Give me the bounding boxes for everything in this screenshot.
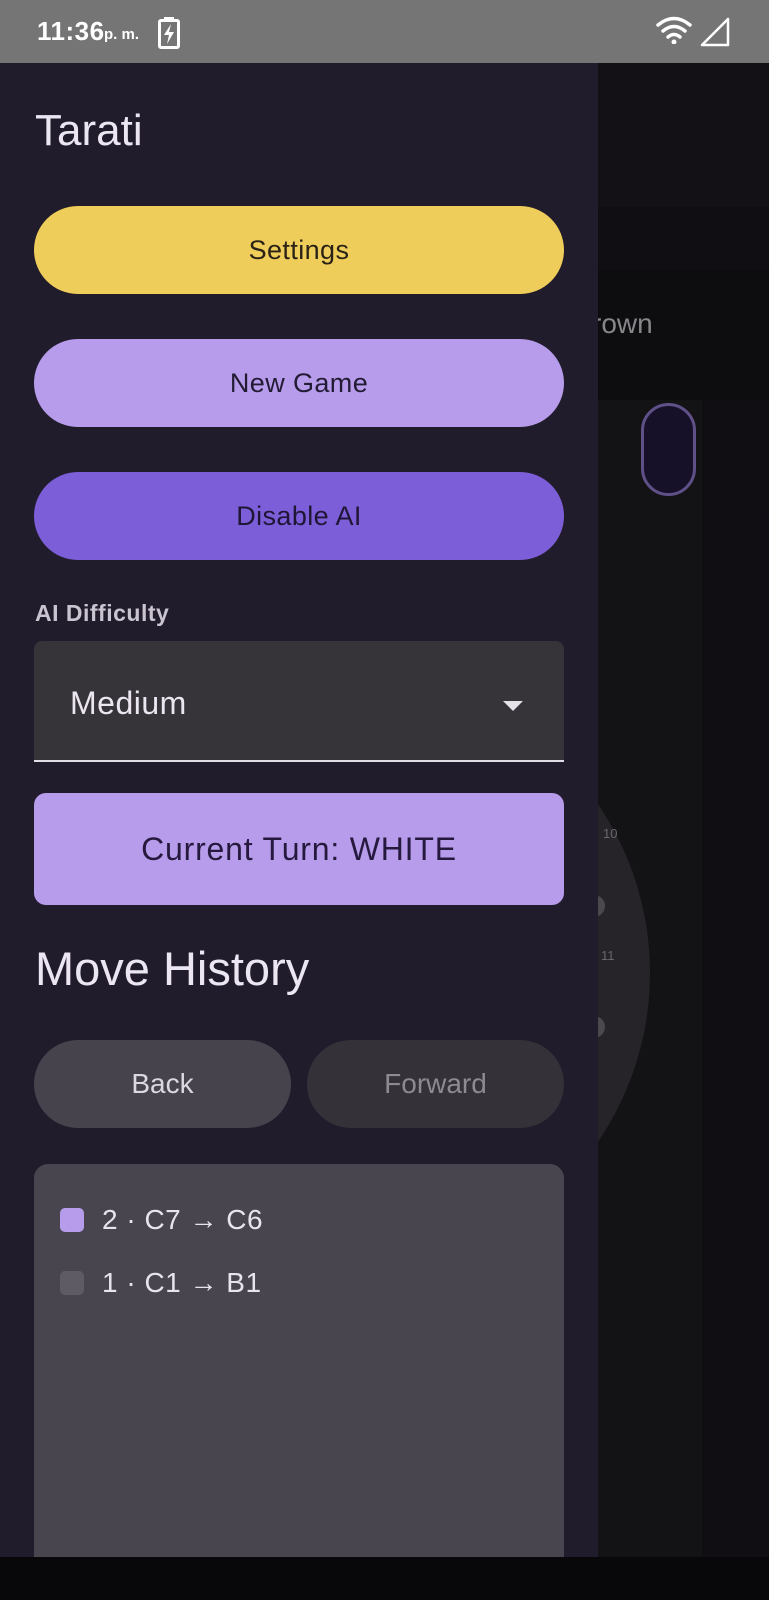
disable-ai-button[interactable]: Disable AI xyxy=(34,472,564,560)
current-turn-card: Current Turn: WHITE xyxy=(34,793,564,905)
navigation-drawer: Tarati Settings New Game Disable AI AI D… xyxy=(0,63,598,1557)
battery-charging-icon xyxy=(158,17,180,49)
dropdown-arrow-icon xyxy=(503,701,523,711)
drawer-title: Tarati xyxy=(35,106,143,155)
ai-difficulty-label: AI Difficulty xyxy=(35,600,170,626)
ai-difficulty-dropdown[interactable]: Medium xyxy=(34,641,564,762)
history-back-button[interactable]: Back xyxy=(34,1040,291,1128)
selected-move-marker-icon xyxy=(60,1208,84,1232)
move-history-item[interactable]: 1 · C1 → B1 xyxy=(60,1263,262,1303)
move-text: 2 · C7 → C6 xyxy=(102,1204,264,1235)
settings-button[interactable]: Settings xyxy=(34,206,564,294)
move-history-list: 2 · C7 → C6 1 · C1 → B1 xyxy=(34,1164,564,1557)
move-history-item[interactable]: 2 · C7 → C6 xyxy=(60,1200,263,1240)
cell-signal-icon xyxy=(700,17,730,47)
history-forward-button[interactable]: Forward xyxy=(307,1040,564,1128)
status-bar: 11:36 p. m. xyxy=(0,0,769,63)
ai-difficulty-value: Medium xyxy=(70,685,187,721)
move-marker-icon xyxy=(60,1271,84,1295)
wifi-icon xyxy=(656,16,692,44)
move-history-title: Move History xyxy=(35,942,310,995)
new-game-button[interactable]: New Game xyxy=(34,339,564,427)
move-text: 1 · C1 → B1 xyxy=(102,1267,262,1298)
status-ampm: p. m. xyxy=(104,26,140,43)
status-time: 11:36 xyxy=(37,16,105,46)
